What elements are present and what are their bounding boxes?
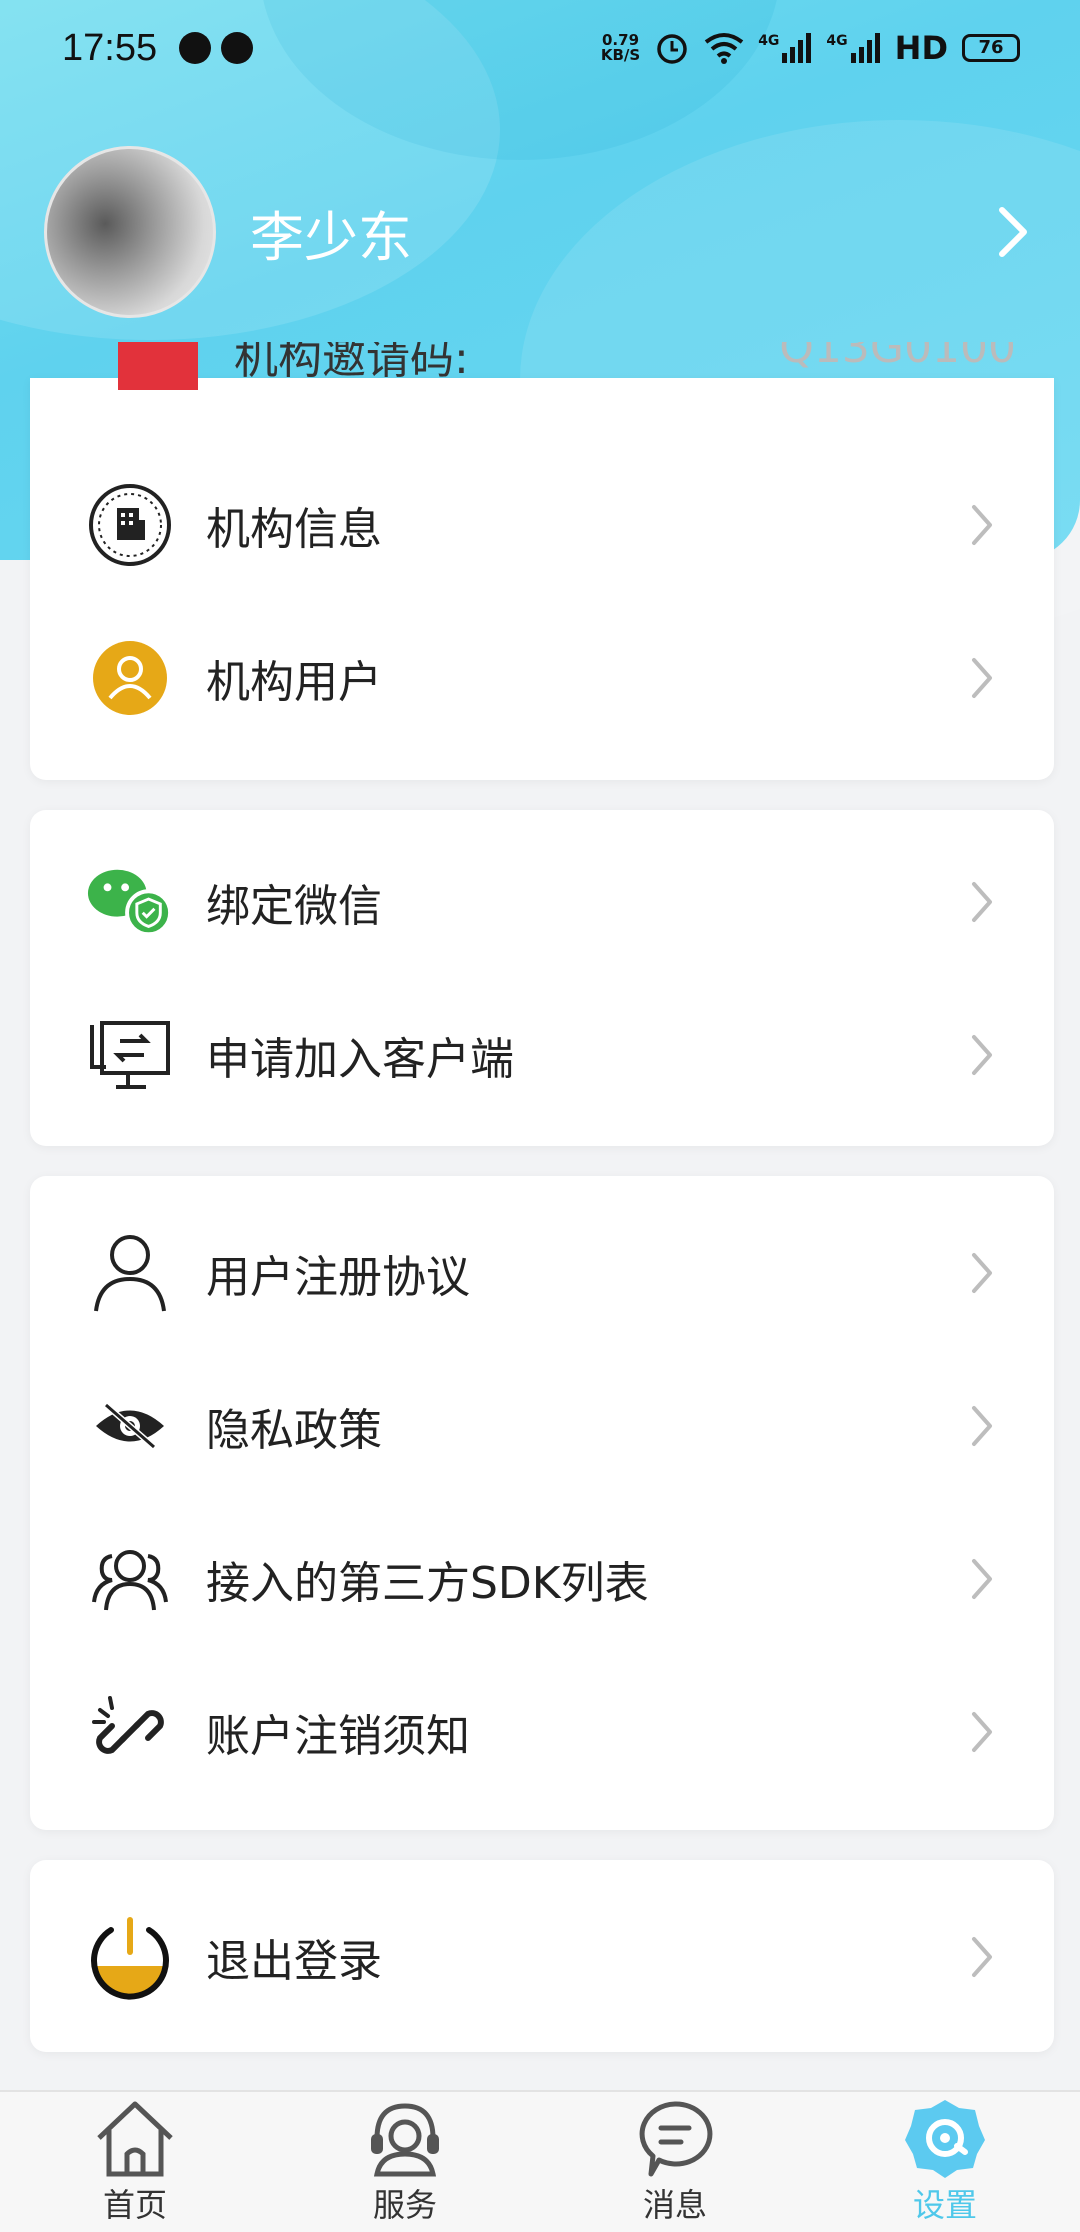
battery-indicator: 76 [962,34,1020,62]
home-icon [97,2101,173,2177]
chevron-right-icon [970,1557,994,1601]
user-circle-icon [86,634,174,722]
eye-off-icon [86,1382,174,1470]
menu-item-bind-wechat[interactable]: 绑定微信 [30,825,1054,978]
signal-label-1: 4G [758,33,780,49]
person-icon [86,1229,174,1317]
chevron-right-icon [970,1033,994,1077]
hd-indicator: HD [894,29,948,67]
chevron-right-icon [970,503,994,547]
chevron-right-icon [970,880,994,924]
menu-item-user-agreement[interactable]: 用户注册协议 [30,1196,1054,1349]
tab-label: 服务 [372,2186,437,2224]
network-speed: 0.79 KB/S [601,33,640,63]
menu-label: 申请加入客户端 [206,1033,514,1085]
profile-header[interactable]: 李少东 [44,146,1036,318]
invite-code-row: 机构邀请码: Q13G0100 [86,342,1016,402]
chevron-right-icon [970,1935,994,1979]
signal-icon [850,33,880,63]
invite-code-label: 机构邀请码: [234,342,469,384]
alarm-icon [657,34,687,64]
notification-icon [179,32,212,64]
binding-card: 绑定微信 申请加入客户端 [30,810,1054,1146]
chat-icon [639,2101,713,2177]
menu-label: 用户注册协议 [206,1251,470,1303]
invite-code-value: Q13G0100 [779,342,1016,373]
broken-link-icon [86,1688,174,1776]
tab-label: 首页 [102,2186,167,2224]
menu-label: 绑定微信 [206,880,382,932]
app-notification-icon [221,32,254,64]
menu-label: 账户注销须知 [206,1710,470,1762]
tab-label: 设置 [912,2186,977,2224]
tab-service[interactable]: 服务 [305,2098,505,2226]
signal-icon [782,33,812,63]
menu-label: 机构信息 [206,503,382,555]
tab-label: 消息 [642,2186,707,2224]
logout-card: 退出登录 [30,1860,1054,2052]
chevron-right-icon [970,656,994,700]
signal-4g-1: 4G [758,33,812,63]
chevron-right-icon [970,1251,994,1295]
menu-item-third-party-sdk[interactable]: 接入的第三方SDK列表 [30,1502,1054,1655]
menu-item-org-info[interactable]: 机构信息 [30,448,1054,601]
users-icon [86,1535,174,1623]
bottom-tab-bar: 首页 服务 消息 设置 [0,2090,1080,2232]
menu-label: 机构用户 [206,656,382,708]
tab-messages[interactable]: 消息 [575,2098,775,2226]
chevron-right-icon [970,1710,994,1754]
tab-settings[interactable]: 设置 [845,2098,1045,2226]
status-time: 17:55 [62,26,158,69]
signal-label-2: 4G [826,33,848,49]
headset-icon [371,2103,439,2177]
settings-icon [905,2100,985,2178]
policy-card: 用户注册协议 隐私政策 接入的第三方SDK列表 账户注销须知 [30,1176,1054,1830]
menu-label: 接入的第三方SDK列表 [206,1557,649,1609]
org-card: 机构邀请码: Q13G0100 机构信息 机构用户 [30,342,1054,780]
chevron-right-icon [970,1404,994,1448]
menu-item-account-cancel[interactable]: 账户注销须知 [30,1655,1054,1808]
signal-4g-2: 4G [826,33,880,63]
menu-item-privacy-policy[interactable]: 隐私政策 [30,1349,1054,1502]
menu-label: 隐私政策 [206,1404,382,1456]
wifi-icon [704,33,744,64]
menu-item-org-users[interactable]: 机构用户 [30,601,1054,754]
status-bar: 17:55 0.79 KB/S 4G 4G HD 76 [0,0,1080,96]
logout-button[interactable]: 退出登录 [30,1880,1054,2033]
avatar[interactable] [44,146,216,318]
tab-home[interactable]: 首页 [35,2098,235,2226]
chevron-right-icon[interactable] [996,206,1030,258]
user-name: 李少东 [250,205,412,269]
monitor-icon [86,1011,174,1099]
menu-label: 退出登录 [206,1935,382,1987]
building-icon [86,481,174,569]
power-icon [86,1913,174,2001]
invite-icon [118,342,198,390]
wechat-icon [86,858,174,946]
menu-item-join-client[interactable]: 申请加入客户端 [30,978,1054,1131]
network-speed-unit: KB/S [600,46,641,64]
